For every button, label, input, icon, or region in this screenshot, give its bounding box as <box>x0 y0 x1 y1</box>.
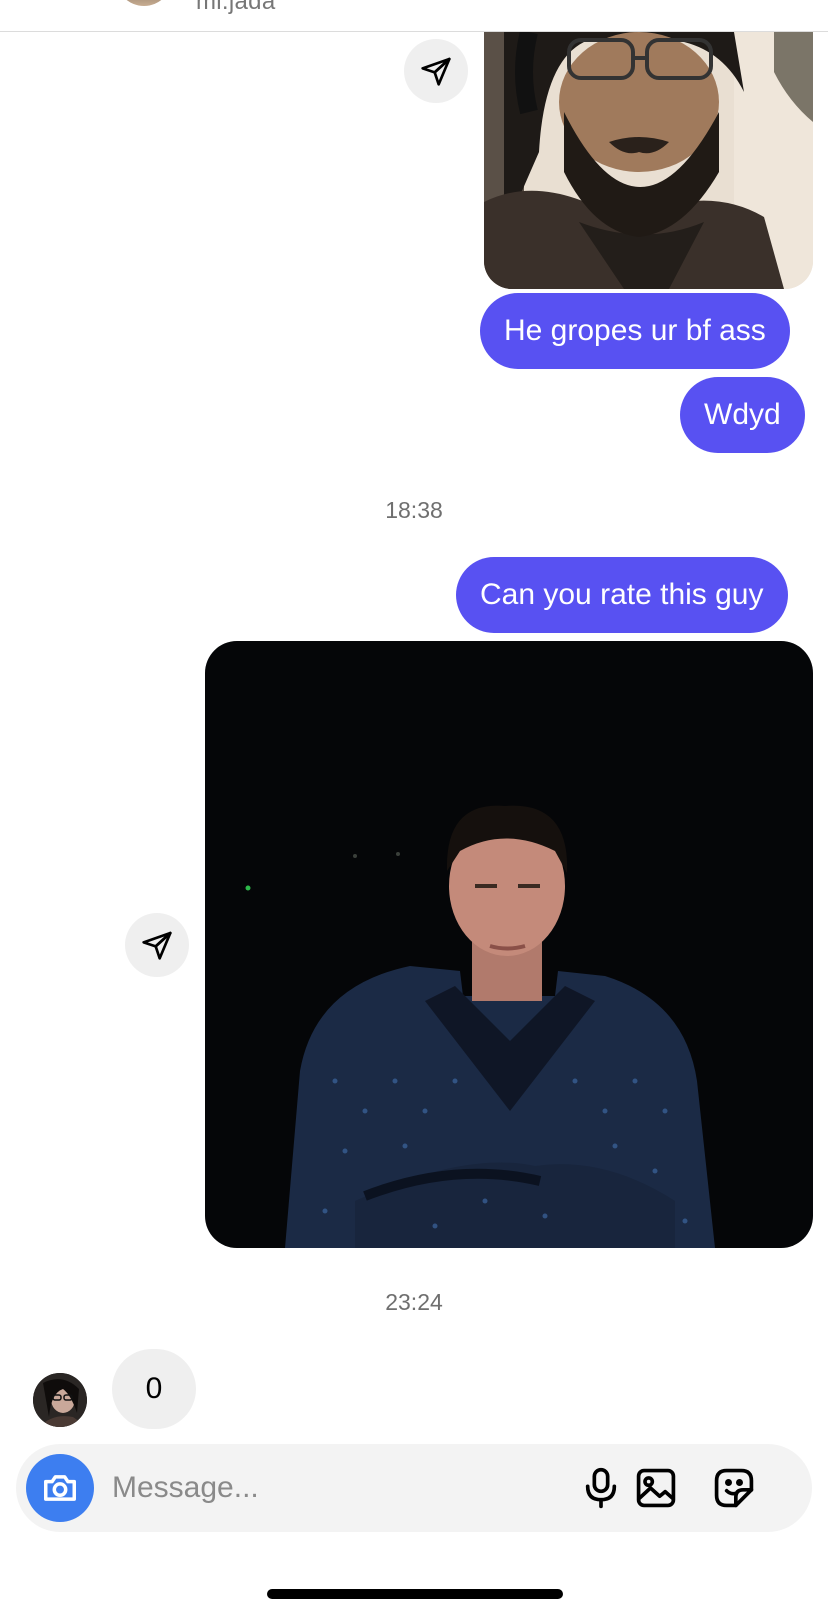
camera-button[interactable] <box>26 1454 94 1522</box>
microphone-icon <box>585 1467 617 1509</box>
outgoing-message[interactable]: He gropes ur bf ass <box>480 293 790 369</box>
image-icon <box>636 1468 676 1508</box>
paper-plane-icon <box>142 931 172 960</box>
header-username[interactable]: mi.jada <box>196 0 275 16</box>
microphone-button[interactable] <box>578 1465 624 1511</box>
home-indicator <box>267 1589 563 1599</box>
message-composer <box>16 1444 812 1532</box>
sticker-button[interactable] <box>711 1465 757 1511</box>
photo-1-image <box>484 32 813 289</box>
incoming-message[interactable]: 0 <box>112 1349 196 1429</box>
share-button[interactable] <box>125 913 189 977</box>
camera-icon <box>44 1475 76 1501</box>
paper-plane-icon <box>421 57 451 86</box>
outgoing-message[interactable]: Can you rate this guy <box>456 557 788 633</box>
timestamp: 23:24 <box>385 1289 443 1315</box>
chat-header: mi.jada <box>0 0 828 32</box>
photo-message-1[interactable] <box>484 32 813 289</box>
timestamp: 18:38 <box>385 497 443 523</box>
header-avatar[interactable] <box>116 0 172 6</box>
avatar[interactable] <box>33 1373 87 1427</box>
outgoing-message[interactable]: Wdyd <box>680 377 805 453</box>
photo-2-image <box>205 641 813 1248</box>
share-button[interactable] <box>404 39 468 103</box>
message-input[interactable] <box>112 1466 542 1510</box>
gallery-button[interactable] <box>633 1465 679 1511</box>
photo-message-2[interactable] <box>205 641 813 1248</box>
sticker-icon <box>714 1468 754 1508</box>
